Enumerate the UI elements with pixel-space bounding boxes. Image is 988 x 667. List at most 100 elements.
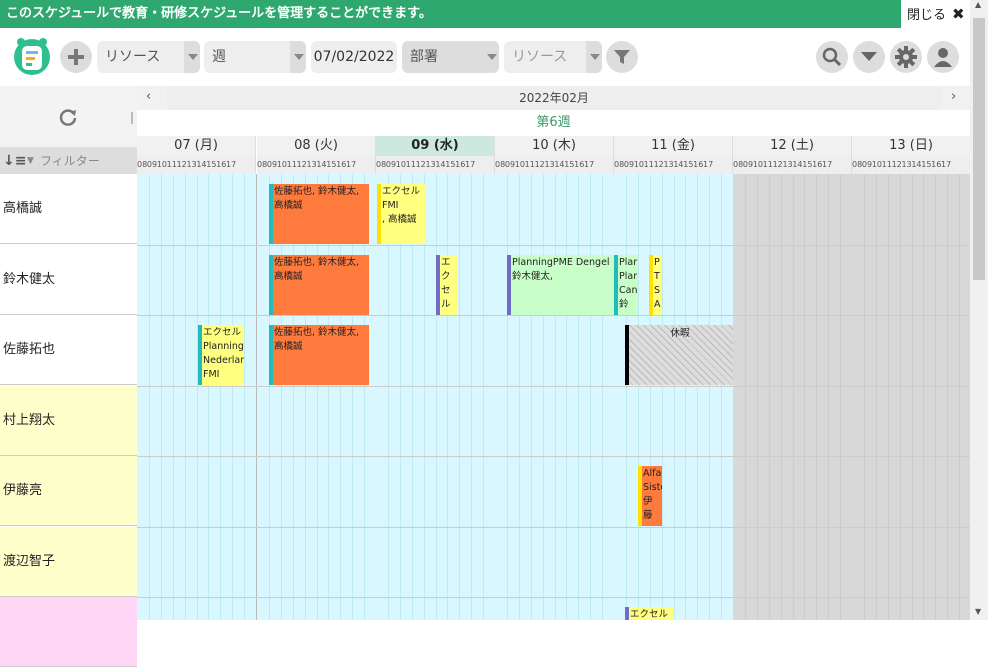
scrollbar-thumb[interactable]	[973, 18, 985, 280]
day-header[interactable]: 09 (水)	[376, 136, 495, 156]
hour-header: 08091011121314151617	[495, 156, 614, 174]
resource-filter-select[interactable]: リソース	[504, 41, 602, 73]
hour-label: 17	[465, 160, 476, 169]
day-header[interactable]: 13 (日)	[852, 136, 970, 156]
row-divider	[137, 315, 970, 316]
hour-label: 12	[415, 160, 426, 169]
schedule-event[interactable]: 佐藤拓也, 鈴木健太, 高橋誠	[269, 184, 369, 244]
resource-row-label[interactable]	[0, 597, 137, 667]
vertical-scrollbar[interactable]: ▲ ▼	[970, 0, 988, 620]
hour-label: 16	[455, 160, 466, 169]
department-select[interactable]: 部署	[402, 41, 499, 73]
hour-label: 17	[941, 160, 952, 169]
hour-label: 12	[653, 160, 664, 169]
splitter-handle[interactable]	[131, 112, 133, 124]
schedule-event[interactable]: PlanningPME Dengel 鈴木健太,	[507, 254, 615, 315]
hour-label: 12	[772, 160, 783, 169]
schedule-event[interactable]: エクセル FMI , 高橋誠	[377, 184, 425, 244]
day-header[interactable]: 10 (木)	[495, 136, 614, 156]
menu-dropdown-button[interactable]	[853, 41, 885, 73]
hour-gridline	[208, 174, 210, 620]
hour-gridline	[542, 174, 544, 620]
view-select[interactable]: 週	[204, 41, 306, 73]
next-chevron-icon[interactable]: ›	[951, 89, 956, 104]
hour-label: 17	[703, 160, 714, 169]
hour-label: 17	[584, 160, 595, 169]
hour-gridline	[625, 174, 627, 620]
hour-label: 16	[216, 160, 227, 169]
schedule-event[interactable]: Plar Plar Can 鈴	[614, 254, 638, 315]
hour-gridline	[863, 174, 865, 620]
schedule-event[interactable]: エ ク セ ル	[436, 254, 458, 315]
hour-label: 12	[534, 160, 545, 169]
settings-button[interactable]	[890, 41, 922, 73]
resource-row-label[interactable]: 高橋誠	[0, 174, 137, 244]
hour-gridline	[899, 174, 901, 620]
hour-label: 15	[445, 160, 456, 169]
schedule-event[interactable]: 佐藤拓也, 鈴木健太, 高橋誠	[269, 325, 369, 385]
toolbar: リソース 週 07/02/2022 部署 リソース	[0, 28, 970, 86]
hour-gridline	[709, 174, 711, 620]
hour-label: 13	[663, 160, 674, 169]
filter-button[interactable]	[606, 41, 638, 73]
user-button[interactable]	[927, 41, 959, 73]
hour-header: 08091011121314151617	[852, 156, 970, 174]
resource-row-label[interactable]: 渡辺智子	[0, 526, 137, 597]
resource-row-label[interactable]: 村上翔太	[0, 385, 137, 456]
hour-label: 16	[336, 160, 347, 169]
resource-select[interactable]: リソース	[97, 41, 200, 73]
hour-label: 10	[156, 160, 167, 169]
filter-input[interactable]: フィルター	[40, 148, 100, 174]
hour-label: 11	[524, 160, 535, 169]
banner-close-button[interactable]: 閉じる ✖	[905, 0, 965, 28]
hour-gridline	[685, 174, 687, 620]
resource-row-label[interactable]: 佐藤拓也	[0, 315, 137, 385]
hour-gridline	[483, 174, 485, 620]
hour-label: 14	[316, 160, 327, 169]
hour-label: 15	[802, 160, 813, 169]
schedule-event[interactable]: エクセル	[625, 607, 673, 620]
hour-gridline	[232, 174, 234, 620]
chevron-down-icon	[586, 41, 602, 73]
hour-label: 16	[574, 160, 585, 169]
search-button[interactable]	[816, 41, 848, 73]
hour-header: 08091011121314151617	[257, 156, 376, 174]
hour-gridline	[804, 174, 806, 620]
row-divider	[137, 456, 970, 457]
schedule-event[interactable]: Alfa Siste 伊 藤	[638, 466, 662, 526]
hour-label: 11	[166, 160, 177, 169]
hour-label: 15	[564, 160, 575, 169]
close-icon[interactable]: ✖	[952, 5, 965, 23]
prev-chevron-icon[interactable]: ‹	[146, 89, 151, 104]
sort-chevron-icon[interactable]: ▼	[27, 148, 34, 174]
scroll-down-icon[interactable]: ▼	[975, 607, 981, 616]
add-button[interactable]	[60, 41, 92, 73]
schedule-event[interactable]: エクセル PlanningF Nederlan FMI	[198, 325, 244, 385]
hour-gridline	[721, 174, 723, 620]
refresh-icon[interactable]	[58, 107, 78, 127]
hour-gridline	[184, 174, 186, 620]
day-header[interactable]: 07 (月)	[137, 136, 256, 156]
schedule-event[interactable]: P T S A	[649, 254, 661, 315]
day-header[interactable]: 12 (土)	[733, 136, 852, 156]
hour-label: 09	[861, 160, 873, 169]
scroll-up-icon[interactable]: ▲	[975, 0, 981, 9]
hour-gridline	[172, 174, 174, 620]
hour-label: 13	[425, 160, 436, 169]
day-header[interactable]: 11 (金)	[614, 136, 733, 156]
hour-label: 16	[693, 160, 704, 169]
hour-gridline	[756, 174, 758, 620]
resource-row-label[interactable]: 鈴木健太	[0, 244, 137, 315]
resource-row-label[interactable]: 伊藤亮	[0, 456, 137, 526]
schedule-event[interactable]: 休暇	[625, 325, 733, 385]
schedule-event[interactable]: 佐藤拓也, 鈴木健太, 高橋誠	[269, 254, 369, 315]
hour-label: 10	[276, 160, 287, 169]
view-select-value: 週	[212, 49, 226, 65]
date-input[interactable]: 07/02/2022	[311, 41, 397, 73]
hour-label: 09	[742, 160, 754, 169]
hour-gridline	[768, 174, 770, 620]
hour-gridline	[959, 174, 961, 620]
week-label: 第6週	[137, 110, 970, 136]
day-header[interactable]: 08 (火)	[257, 136, 376, 156]
sort-icon[interactable]: ↓≡	[3, 148, 26, 174]
